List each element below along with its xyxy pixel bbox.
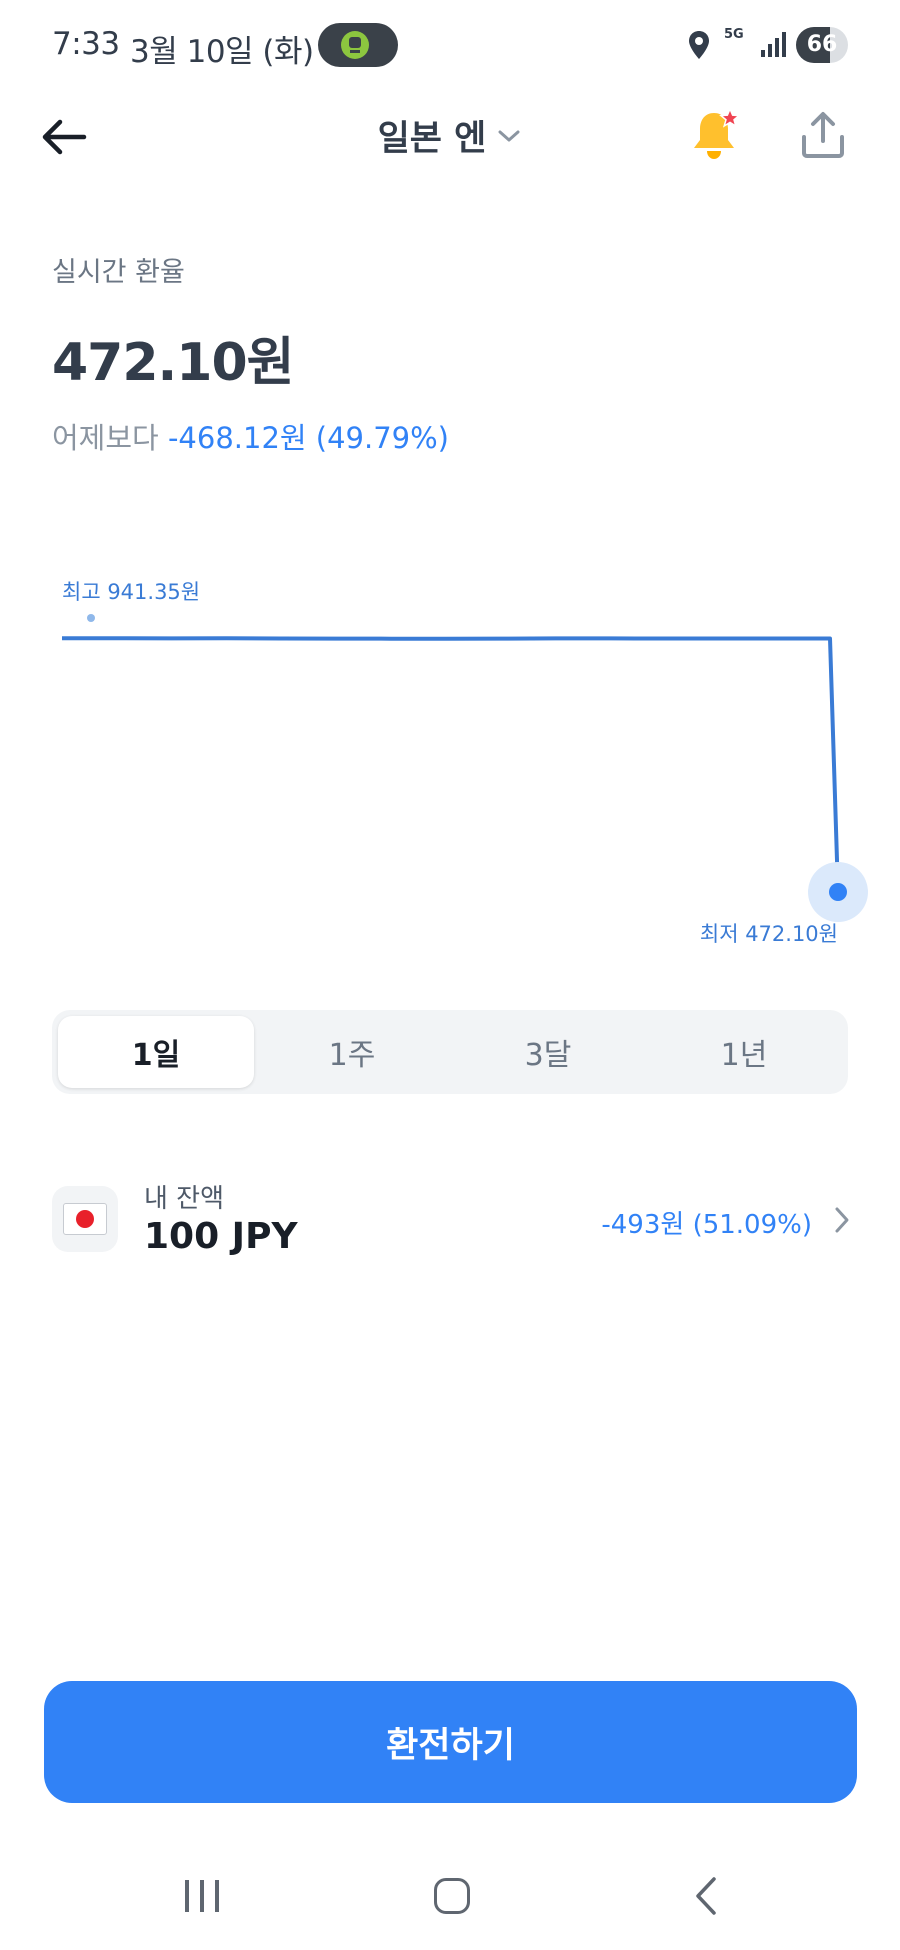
chart-high-label: 최고 941.35원 [62,580,200,604]
transit-notification-pill[interactable] [318,23,398,67]
chart-current-point [829,883,847,901]
chevron-down-icon [498,130,520,141]
currency-selector[interactable]: 일본 엔 [0,110,900,161]
signal-icon [761,32,786,57]
period-tabs: 1일 1주 3달 1년 [52,1010,848,1094]
bell-icon [694,107,741,159]
tab-1-year[interactable]: 1년 [646,1016,842,1088]
tab-1-week[interactable]: 1주 [254,1016,450,1088]
rate-change: 어제보다 -468.12원 (49.79%) [52,415,449,457]
system-back-icon[interactable] [692,1876,720,1916]
home-icon[interactable] [434,1878,470,1914]
chart-low-label: 최저 472.10원 [700,922,838,946]
alert-button[interactable] [688,107,744,163]
chart-series [62,636,840,893]
network-5g-icon: 5G [724,27,744,42]
tab-1-day[interactable]: 1일 [58,1016,254,1088]
balance-change: -493원 (51.09%) [601,1210,812,1240]
location-icon [689,31,709,59]
rate-change-value: -468.12원 (49.79%) [167,421,449,455]
battery-indicator: 66 [796,27,848,63]
balance-label: 내 잔액 [144,1184,225,1214]
tab-3-months[interactable]: 3달 [450,1016,646,1088]
rate-compare-label: 어제보다 [52,421,159,455]
status-time: 7:33 [52,26,120,62]
rate-chart[interactable]: 최고 941.35원 최저 472.10원 [0,560,900,960]
exchange-button[interactable]: 환전하기 [44,1681,857,1803]
chevron-right-icon [835,1207,849,1233]
recent-apps-icon[interactable] [182,1878,222,1914]
app-header: 일본 엔 [0,95,900,175]
status-bar: 7:33 3월 10일 (화) 5G 66 [0,0,900,92]
share-button[interactable] [795,107,851,163]
japan-flag-icon [52,1186,118,1252]
system-nav-bar [0,1852,900,1950]
bus-icon [341,31,369,59]
rate-value: 472.10원 [52,333,295,393]
my-balance-row[interactable]: 내 잔액 100 JPY -493원 (51.09%) [52,1170,852,1270]
chart-series-line [62,636,840,893]
chart-high-marker [87,614,95,622]
status-date: 3월 10일 (화) [130,34,314,70]
realtime-rate-label: 실시간 환율 [52,257,185,288]
battery-percent: 66 [806,32,838,57]
page-title: 일본 엔 [377,119,487,159]
share-icon [802,112,844,158]
balance-amount: 100 JPY [144,1216,298,1257]
